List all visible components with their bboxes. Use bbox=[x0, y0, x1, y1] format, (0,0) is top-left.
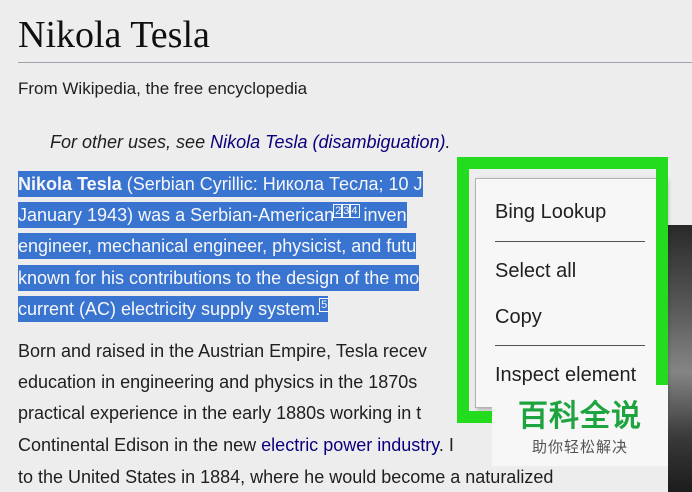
watermark-title: 百科全说 bbox=[518, 399, 642, 434]
context-menu: Bing Lookup Select all Copy Inspect elem… bbox=[475, 178, 666, 408]
electric-power-industry-link[interactable]: electric power industry bbox=[261, 435, 439, 455]
selected-text: (Serbian Cyrillic: Никола Тесла; 10 J bbox=[121, 174, 423, 194]
selected-text: January 1943) was a Serbian-American bbox=[18, 205, 335, 225]
menu-item-bing-lookup[interactable]: Bing Lookup bbox=[495, 199, 606, 225]
menu-item-select-all[interactable]: Select all bbox=[495, 258, 576, 284]
selected-text: engineer, mechanical engineer, physicist… bbox=[18, 233, 417, 259]
selected-line-4[interactable]: known for his contributions to the desig… bbox=[18, 265, 420, 292]
disambiguation-link[interactable]: Nikola Tesla (disambiguation) bbox=[210, 132, 445, 152]
watermark-subtitle: 助你轻松解决 bbox=[531, 438, 628, 456]
watermark-logo: 百科全说 助你轻松解决 bbox=[492, 385, 668, 466]
body-text: Continental Edison in the new bbox=[18, 435, 262, 455]
hatnote-prefix: For other uses, see bbox=[50, 132, 211, 152]
body-text: . I bbox=[438, 435, 454, 455]
body-line-2: education in engineering and physics in … bbox=[18, 372, 418, 392]
page-title: Nikola Tesla bbox=[18, 14, 210, 56]
menu-separator bbox=[495, 241, 645, 242]
menu-separator bbox=[495, 345, 645, 346]
selected-line-5[interactable]: current (AC) electricity supply system.5 bbox=[18, 296, 330, 323]
title-divider bbox=[18, 62, 692, 63]
selected-line-3[interactable]: engineer, mechanical engineer, physicist… bbox=[18, 233, 417, 260]
reference-link[interactable]: 5 bbox=[319, 298, 330, 312]
hatnote-suffix: . bbox=[445, 132, 451, 152]
body-line-5: to the United States in 1884, where he w… bbox=[18, 467, 554, 487]
selected-line-1[interactable]: Nikola Tesla (Serbian Cyrillic: Никола Т… bbox=[18, 171, 423, 198]
selected-text: inven bbox=[358, 205, 407, 225]
portrait-photo-edge bbox=[668, 225, 692, 492]
page-tagline: From Wikipedia, the free encyclopedia bbox=[18, 79, 308, 98]
reference-link[interactable]: 4 bbox=[349, 204, 360, 218]
body-line-4: Continental Edison in the new electric p… bbox=[18, 432, 454, 459]
article-subject-bold: Nikola Tesla bbox=[18, 174, 122, 194]
body-line-1: Born and raised in the Austrian Empire, … bbox=[18, 341, 427, 361]
selected-text: current (AC) electricity supply system. bbox=[18, 299, 321, 319]
wikipedia-page: Nikola Tesla From Wikipedia, the free en… bbox=[0, 0, 692, 492]
selected-line-2[interactable]: January 1943) was a Serbian-American2 3 4 … bbox=[18, 202, 407, 229]
menu-item-copy[interactable]: Copy bbox=[495, 304, 542, 330]
hatnote: For other uses, see Nikola Tesla (disamb… bbox=[50, 131, 451, 153]
selected-text: known for his contributions to the desig… bbox=[18, 265, 420, 291]
body-line-3: practical experience in the early 1880s … bbox=[18, 403, 422, 423]
